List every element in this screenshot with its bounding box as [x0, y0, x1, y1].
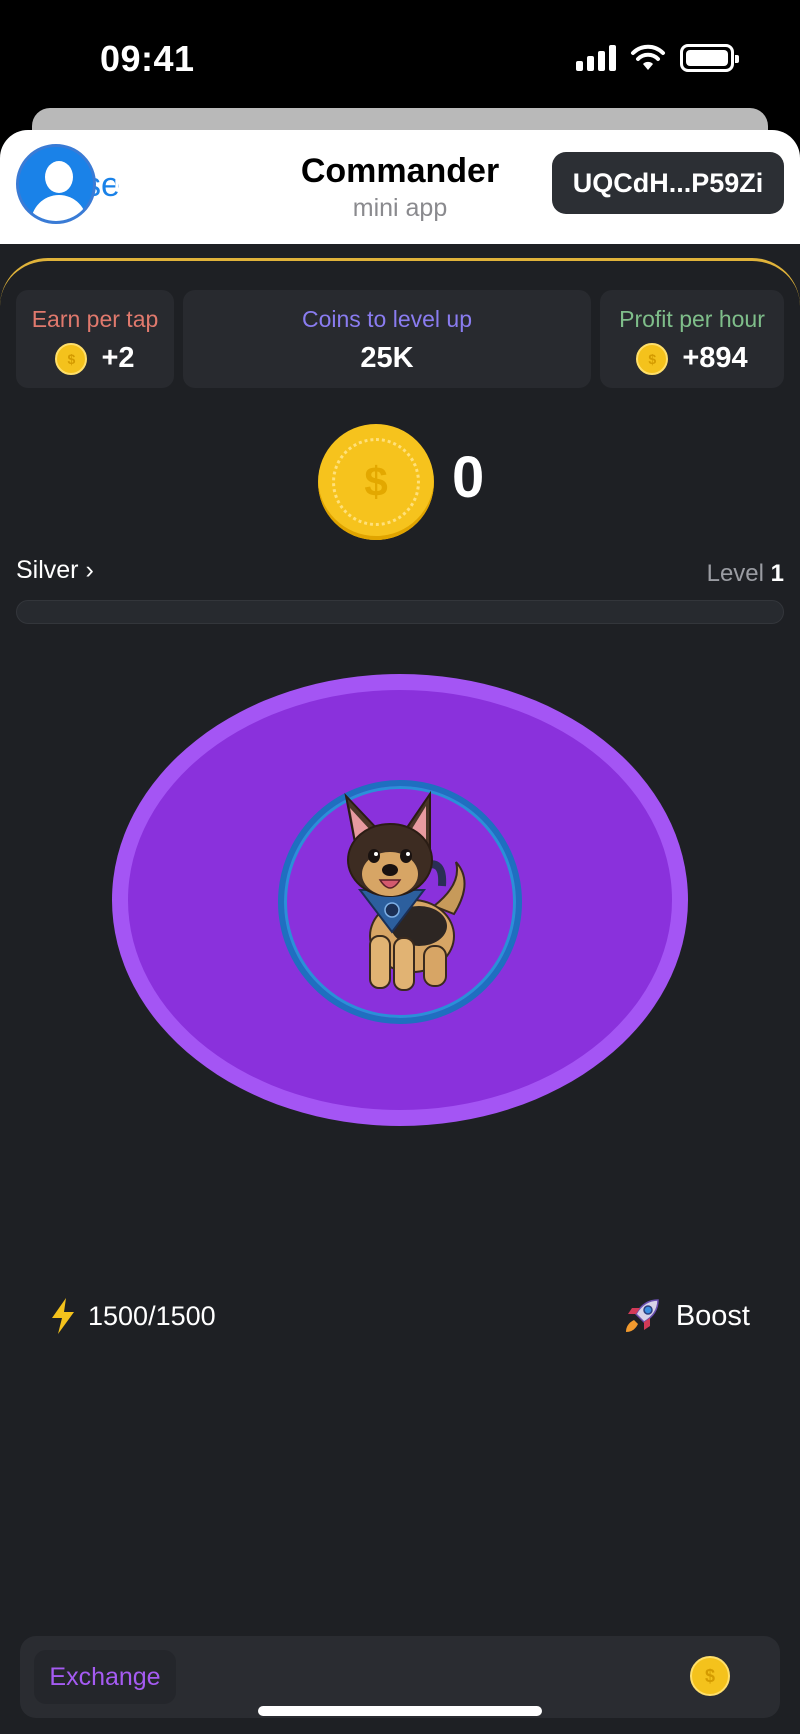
stat-value-text: +2: [101, 342, 135, 374]
level-number: 1: [770, 560, 784, 587]
stat-label: Coins to level up: [301, 306, 473, 332]
status-time: 09:41: [100, 38, 195, 79]
avatar[interactable]: [16, 144, 96, 224]
energy-indicator: 1500/1500: [50, 1298, 216, 1334]
level-progress-bar: [16, 600, 784, 624]
stat-value: $ +894: [600, 342, 784, 375]
stat-profit-per-hour: Profit per hour $ +894: [600, 290, 784, 388]
wifi-icon: [631, 44, 665, 70]
status-bar: 09:41: [0, 0, 800, 110]
stat-value-text: +894: [682, 342, 748, 374]
energy-value: 1500/1500: [88, 1300, 216, 1331]
dog-character-icon: [344, 790, 466, 991]
stat-label: Profit per hour: [619, 306, 765, 332]
level-indicator: Level 1: [707, 560, 784, 588]
user-name: Random User: [113, 166, 292, 198]
stat-value-text: 25K: [360, 342, 414, 374]
wallet-address-button[interactable]: UQCdH...P59Zi: [552, 152, 784, 214]
status-icons: [576, 44, 739, 72]
character-avatar[interactable]: [278, 780, 522, 1024]
home-indicator: [258, 1706, 542, 1716]
stat-label: Earn per tap: [31, 306, 159, 332]
balance-value: 0: [452, 445, 485, 510]
rank-link[interactable]: Silver ›: [16, 556, 94, 585]
stat-coins-to-level-up: Coins to level up 25K: [183, 290, 591, 388]
signal-icon: [576, 45, 616, 71]
nav-coin-icon[interactable]: $: [690, 1656, 730, 1696]
avatar-head: [45, 161, 73, 193]
boost-button[interactable]: Boost: [622, 1296, 750, 1336]
lightning-icon: [52, 1298, 74, 1334]
stat-value: $ +2: [16, 342, 174, 375]
coin-icon: $: [55, 342, 88, 375]
rocket-icon: [625, 1299, 659, 1332]
nav-exchange-button[interactable]: Exchange: [34, 1650, 176, 1704]
boost-label: Boost: [675, 1299, 750, 1332]
avatar-body: [31, 195, 87, 221]
level-prefix: Level: [706, 560, 764, 587]
stat-value: 25K: [183, 342, 591, 375]
coin-icon: $: [636, 342, 669, 375]
stat-earn-per-tap: Earn per tap $ +2: [16, 290, 174, 388]
battery-icon: [680, 44, 739, 72]
coin-symbol: $: [332, 438, 420, 526]
balance-coin-icon: $: [318, 424, 434, 540]
